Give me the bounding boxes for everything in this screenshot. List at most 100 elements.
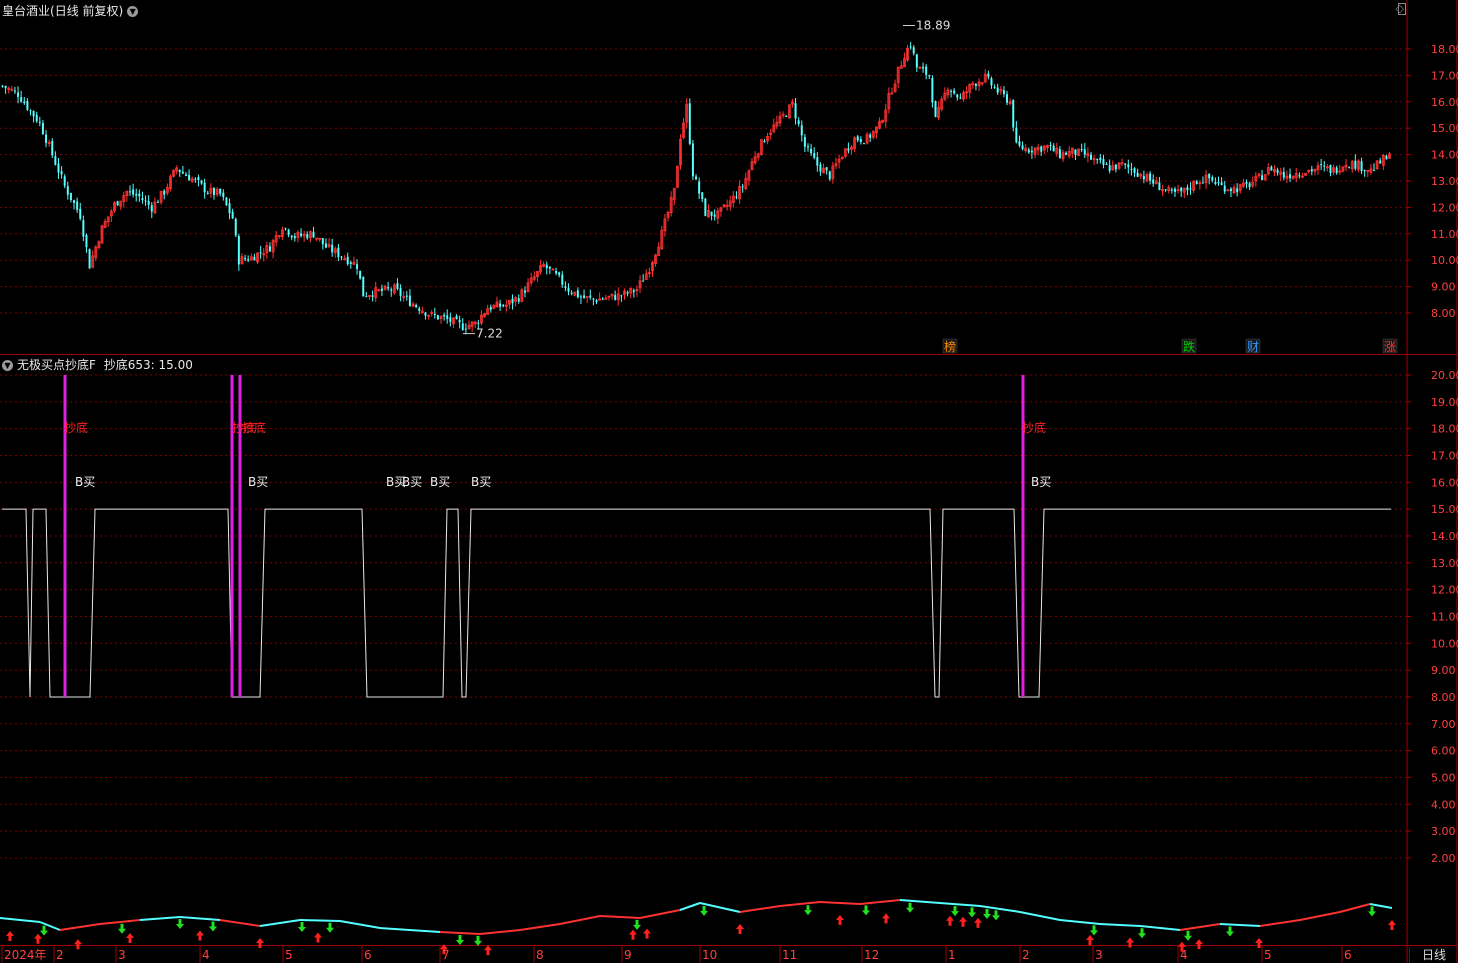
sell-arrow-icon	[1184, 930, 1192, 941]
candle-body	[390, 289, 393, 291]
candle-body	[1289, 174, 1292, 179]
indicator-tick-label: 8.00	[1431, 691, 1456, 704]
ribbon-segment	[1179, 923, 1221, 931]
candle-body	[1058, 149, 1061, 158]
sell-arrow-icon	[906, 902, 914, 913]
candle-body	[1065, 152, 1068, 156]
ribbon-segment	[479, 929, 521, 935]
candle-body	[150, 205, 153, 212]
candle-body	[950, 90, 953, 92]
chart-title[interactable]: 皇台酒业(日线 前复权) ▼	[2, 2, 139, 19]
indicator-tick-label: 13.00	[1431, 557, 1458, 570]
panel-toggle-icon[interactable]	[1398, 3, 1406, 15]
sell-arrow-icon	[298, 922, 306, 933]
ribbon-segment	[559, 915, 601, 925]
ribbon-segment	[1219, 923, 1261, 927]
candle-body	[567, 287, 570, 292]
candle-body	[869, 134, 872, 138]
buy-arrow-icon	[946, 915, 954, 926]
candle-body	[1114, 164, 1117, 170]
candlestick-series	[1, 41, 1391, 335]
candle-body	[934, 101, 937, 117]
sell-arrow-icon	[209, 921, 217, 932]
candle-body	[418, 308, 421, 311]
adjust-mode: (日线 前复权)	[50, 4, 124, 18]
buy-signal-label: B买	[248, 475, 268, 489]
candle-body	[17, 92, 20, 97]
candle-body	[828, 171, 831, 180]
period-tab-daily[interactable]: 日线	[1409, 947, 1458, 963]
sell-arrow-icon	[1368, 906, 1376, 917]
sell-arrow-icon	[456, 935, 464, 945]
candle-body	[691, 143, 694, 177]
candle-body	[959, 97, 962, 99]
bottom-signal-label: 抄底	[64, 420, 88, 435]
candle-body	[424, 312, 427, 316]
candle-body	[592, 298, 595, 300]
candle-body	[433, 313, 436, 316]
candle-body	[1015, 127, 1018, 143]
candle-body	[26, 101, 29, 110]
candle-body	[701, 192, 704, 200]
candle-body	[82, 220, 85, 237]
price-tick-label: 17.00	[1431, 69, 1458, 82]
candle-body	[1164, 189, 1167, 191]
candle-body	[23, 101, 26, 104]
candle-body	[862, 143, 865, 145]
event-tag: 榜	[944, 339, 956, 354]
candle-body	[810, 148, 813, 154]
candle-body	[194, 178, 197, 180]
date-tick-label: 2	[56, 948, 64, 962]
price-tick-label: 18.00	[1431, 43, 1458, 56]
candle-body	[60, 171, 63, 175]
date-tick-label: 11	[782, 948, 797, 962]
candle-body	[436, 315, 439, 320]
ribbon-segment	[299, 919, 341, 922]
candle-body	[1236, 188, 1239, 193]
high-marker-label: 18.89	[916, 19, 950, 33]
buy-arrow-icon	[1086, 935, 1094, 945]
candle-body	[200, 180, 203, 184]
date-tick-label: 7	[442, 948, 450, 962]
candle-body	[219, 189, 222, 194]
candle-body	[993, 86, 996, 88]
candle-body	[1136, 172, 1139, 177]
bottom-signal-label: 抄底	[1022, 420, 1046, 435]
candle-body	[138, 193, 141, 197]
indicator-tick-label: 11.00	[1431, 610, 1458, 623]
candle-body	[953, 90, 956, 94]
candle-body	[331, 244, 334, 253]
candle-body	[741, 186, 744, 188]
candle-body	[561, 274, 564, 285]
date-tick-label: 12	[864, 948, 879, 962]
candle-body	[803, 136, 806, 147]
candle-body	[51, 141, 54, 156]
candle-body	[1229, 188, 1232, 192]
candle-body	[555, 270, 558, 274]
candle-body	[253, 256, 256, 261]
candle-body	[29, 110, 32, 112]
candle-body	[1074, 149, 1077, 155]
candle-body	[1223, 185, 1226, 192]
candle-body	[1354, 160, 1357, 169]
candle-body	[188, 175, 191, 181]
indicator-tick-label: 14.00	[1431, 530, 1458, 543]
bottom-signal-label: 抄底	[242, 420, 266, 435]
sell-arrow-icon	[326, 922, 334, 933]
candle-body	[203, 182, 206, 193]
candle-body	[259, 252, 262, 254]
candle-body	[32, 110, 35, 117]
candle-body	[511, 298, 514, 304]
candle-body	[1018, 141, 1021, 146]
event-tag: 涨	[1384, 339, 1396, 354]
candle-body	[178, 169, 181, 173]
candle-body	[1049, 144, 1052, 146]
price-tick-label: 11.00	[1431, 228, 1458, 241]
candle-body	[1348, 167, 1351, 169]
chevron-down-icon[interactable]: ▼	[127, 6, 139, 17]
candle-body	[956, 94, 959, 98]
chevron-down-icon[interactable]: ▼	[2, 360, 13, 371]
candle-body	[1335, 167, 1338, 174]
buy-signal-label: B买	[471, 475, 491, 489]
indicator-title[interactable]: ▼ 无极买点抄底F 抄底653: 15.00	[2, 356, 193, 373]
